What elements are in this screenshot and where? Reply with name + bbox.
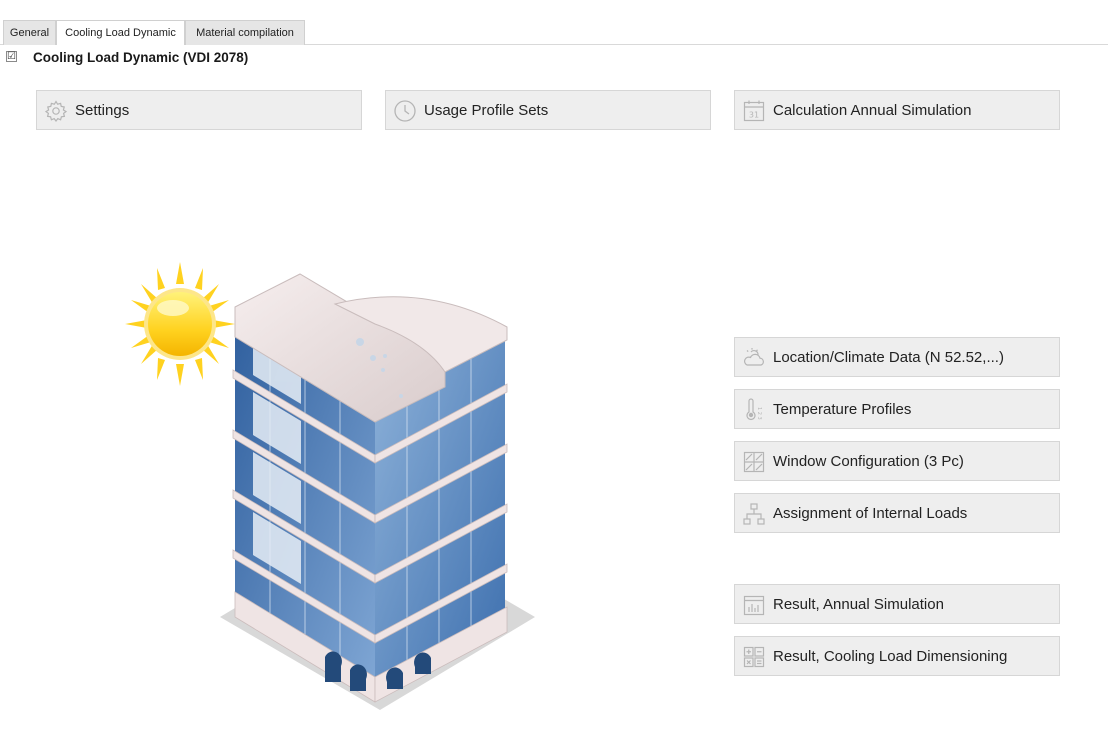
calculator-icon bbox=[743, 646, 765, 668]
calculation-annual-simulation-label: Calculation Annual Simulation bbox=[773, 102, 972, 119]
settings-button[interactable]: Settings bbox=[36, 90, 362, 130]
enable-checkbox[interactable]: ☑ bbox=[6, 51, 17, 62]
result-cooling-load-dimensioning-button[interactable]: Result, Cooling Load Dimensioning bbox=[734, 636, 1060, 676]
tab-material-compilation[interactable]: Material compilation bbox=[185, 20, 305, 45]
usage-profile-sets-label: Usage Profile Sets bbox=[424, 102, 549, 119]
network-icon bbox=[743, 503, 765, 525]
calculation-annual-simulation-button[interactable]: 31 Calculation Annual Simulation bbox=[734, 90, 1060, 130]
result-annual-simulation-button[interactable]: Result, Annual Simulation bbox=[734, 584, 1060, 624]
result-annual-simulation-label: Result, Annual Simulation bbox=[773, 596, 944, 613]
sun bbox=[125, 262, 235, 386]
assignment-internal-loads-button[interactable]: Assignment of Internal Loads bbox=[734, 493, 1060, 533]
tab-general[interactable]: General bbox=[3, 20, 56, 45]
calendar-icon: 31 bbox=[743, 100, 765, 122]
window-icon bbox=[743, 451, 765, 473]
temperature-profiles-label: Temperature Profiles bbox=[773, 401, 912, 418]
window-configuration-button[interactable]: Window Configuration (3 Pc) bbox=[734, 441, 1060, 481]
tab-cooling-load-dynamic[interactable]: Cooling Load Dynamic bbox=[56, 20, 185, 45]
location-climate-data-button[interactable]: Location/Climate Data (N 52.52,...) bbox=[734, 337, 1060, 377]
assignment-internal-loads-label: Assignment of Internal Loads bbox=[773, 505, 968, 522]
location-climate-data-label: Location/Climate Data (N 52.52,...) bbox=[773, 349, 1004, 366]
gear-icon bbox=[44, 100, 68, 122]
cloud-sun-icon bbox=[744, 348, 764, 366]
usage-profile-sets-button[interactable]: Usage Profile Sets bbox=[385, 90, 711, 130]
settings-label: Settings bbox=[75, 102, 130, 119]
bar-chart-calendar-icon bbox=[743, 595, 765, 616]
result-cooling-load-dimensioning-label: Result, Cooling Load Dimensioning bbox=[773, 648, 1008, 665]
page-title: Cooling Load Dynamic (VDI 2078) bbox=[33, 50, 249, 65]
tab-bar: General Cooling Load Dynamic Material co… bbox=[0, 0, 1108, 45]
thermometer-icon: 1 2 3 bbox=[746, 398, 762, 420]
calendar-day-text: 31 bbox=[749, 111, 759, 120]
thermometer-scale-text: 1 2 3 bbox=[756, 407, 762, 420]
temperature-profiles-button[interactable]: 1 2 3 Temperature Profiles bbox=[734, 389, 1060, 429]
clock-icon bbox=[394, 100, 416, 122]
window-configuration-label: Window Configuration (3 Pc) bbox=[773, 453, 964, 470]
building-sun-illustration bbox=[125, 262, 535, 710]
